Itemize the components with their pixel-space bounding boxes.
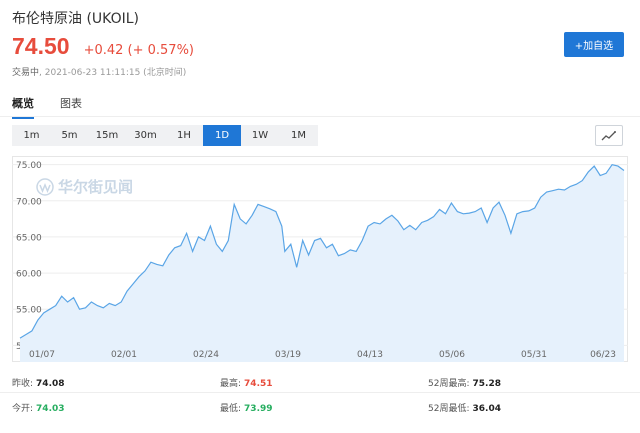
quote-timestamp: , 2021-06-23 11:11:15 (北京时间) xyxy=(39,68,187,78)
instrument-title: 布伦特原油 (UKOIL) xyxy=(12,11,139,27)
price-change: +0.42 (+ 0.57%) xyxy=(83,43,194,58)
stat-high-value: 74.51 xyxy=(244,379,273,389)
period-selector: 1m 5m 15m 30m 1H 1D 1W 1M xyxy=(12,125,318,146)
stat-high-label: 最高: xyxy=(220,379,242,389)
x-tick-label: 02/01 xyxy=(111,350,137,360)
stat-low-value: 73.99 xyxy=(244,404,273,414)
wallstreetcn-logo-icon xyxy=(36,177,54,196)
stat-prev-close-label: 昨收: xyxy=(12,379,34,389)
stat-high: 最高: 74.51 xyxy=(220,376,273,389)
x-tick-label: 05/06 xyxy=(439,350,465,360)
period-1m[interactable]: 1m xyxy=(12,125,51,146)
watermark-text: 华尔街见闻 xyxy=(58,178,134,196)
period-1h[interactable]: 1H xyxy=(165,125,203,146)
period-5m[interactable]: 5m xyxy=(51,125,88,146)
x-tick-label: 04/13 xyxy=(357,350,383,360)
stat-prev-close-value: 74.08 xyxy=(36,379,65,389)
x-tick-label: 01/07 xyxy=(29,350,55,360)
stat-52w-low: 52周最低: 36.04 xyxy=(428,401,501,414)
stat-52w-high-value: 75.28 xyxy=(472,379,501,389)
tabs-divider xyxy=(0,116,640,117)
trend-line-icon xyxy=(601,130,616,140)
y-tick-label: 70.00 xyxy=(16,197,42,207)
period-15m[interactable]: 15m xyxy=(88,125,126,146)
period-1w[interactable]: 1W xyxy=(241,125,279,146)
y-tick-label: 55.00 xyxy=(16,306,42,316)
x-tick-label: 05/31 xyxy=(521,350,547,360)
y-tick-label: 75.00 xyxy=(16,161,42,171)
stats-divider xyxy=(0,392,640,393)
add-to-watchlist-button[interactable]: +加自选 xyxy=(564,32,624,57)
stat-low-label: 最低: xyxy=(220,404,242,414)
period-1mo[interactable]: 1M xyxy=(279,125,318,146)
y-tick-label: 65.00 xyxy=(16,233,42,243)
last-price: 74.50 xyxy=(12,33,70,59)
watermark: 华尔街见闻 xyxy=(36,176,133,197)
x-tick-label: 02/24 xyxy=(193,350,219,360)
stat-open-value: 74.03 xyxy=(36,404,65,414)
x-tick-label: 03/19 xyxy=(275,350,301,360)
period-1d[interactable]: 1D xyxy=(203,125,241,146)
stat-open: 今开: 74.03 xyxy=(12,401,65,414)
stat-52w-high: 52周最高: 75.28 xyxy=(428,376,501,389)
stat-52w-high-label: 52周最高: xyxy=(428,379,470,389)
y-tick-label: 60.00 xyxy=(16,270,42,280)
x-tick-label: 06/23 xyxy=(590,350,616,360)
stat-52w-low-label: 52周最低: xyxy=(428,404,470,414)
trading-status-label: 交易中 xyxy=(12,68,40,78)
price-row: 74.50 +0.42 (+ 0.57%) xyxy=(12,33,194,60)
period-30m[interactable]: 30m xyxy=(126,125,165,146)
stat-prev-close: 昨收: 74.08 xyxy=(12,376,65,389)
chart-type-toggle-button[interactable] xyxy=(595,125,623,146)
stat-low: 最低: 73.99 xyxy=(220,401,273,414)
stat-52w-low-value: 36.04 xyxy=(472,404,501,414)
trading-status: 交易中, 2021-06-23 11:11:15 (北京时间) xyxy=(12,65,186,78)
stat-open-label: 今开: xyxy=(12,404,34,414)
